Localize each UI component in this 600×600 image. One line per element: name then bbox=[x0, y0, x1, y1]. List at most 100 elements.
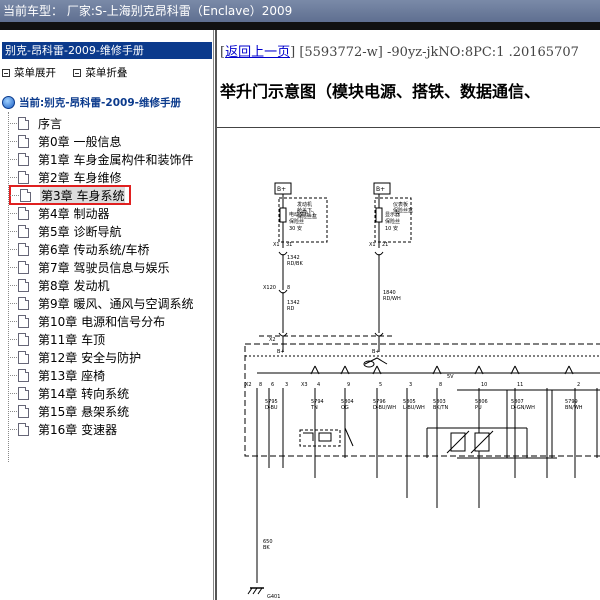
chapter-label: 第10章 电源和信号分布 bbox=[38, 314, 166, 329]
fuse-2-text-1: 显示器 bbox=[385, 212, 400, 218]
document-icon bbox=[18, 386, 29, 400]
circuit-color: TN bbox=[310, 405, 318, 411]
document-icon bbox=[18, 116, 29, 130]
fuse-2-conn: X1 bbox=[369, 242, 376, 248]
chapter-label: 序言 bbox=[38, 116, 63, 131]
document-icon bbox=[18, 260, 29, 274]
tree-root-label: 当前:别克-昂科雷-2009-维修手册 bbox=[19, 97, 181, 109]
chapter-item[interactable]: 第12章 安全与防护 bbox=[8, 348, 213, 366]
chapter-item[interactable]: 第8章 发动机 bbox=[8, 276, 213, 294]
globe-icon bbox=[2, 96, 15, 109]
chapter-label: 第0章 一般信息 bbox=[38, 134, 122, 149]
tree-root[interactable]: 当前:别克-昂科雷-2009-维修手册 bbox=[2, 95, 181, 110]
document-icon bbox=[18, 296, 29, 310]
chapter-item[interactable]: 第15章 悬架系统 bbox=[8, 402, 213, 420]
document-icon bbox=[18, 404, 29, 418]
window-title-bar: 当前车型： 厂家:S-上海别克昂科雷（Enclave）2009 bbox=[0, 0, 600, 22]
circuit-color: BK/TN bbox=[433, 405, 448, 411]
expand-icon bbox=[2, 68, 10, 77]
circuit-color: D-GN/WH bbox=[511, 405, 535, 411]
chapter-item[interactable]: 第5章 诊断导航 bbox=[8, 222, 213, 240]
document-icon bbox=[18, 242, 29, 256]
chapter-tree: 序言第0章 一般信息第1章 车身金属构件和装饰件 第2章 车身维修 第3章 车身系统… bbox=[8, 114, 213, 438]
chapter-item[interactable]: 第11章 车顶 bbox=[8, 330, 213, 348]
pin-number: 2 bbox=[577, 382, 580, 388]
document-icon bbox=[18, 170, 29, 184]
chapter-item[interactable]: 第9章 暖风、通风与空调系统 bbox=[8, 294, 213, 312]
expand-menu-button[interactable]: 菜单展开 bbox=[2, 65, 56, 80]
chapter-label: 第6章 传动系统/车桥 bbox=[38, 242, 150, 257]
five-volt-label: 5V bbox=[447, 374, 454, 380]
circuit-color: D-BU bbox=[265, 405, 278, 411]
x120-pin: 8 bbox=[287, 285, 290, 291]
wire-ground-color: BK bbox=[263, 545, 270, 551]
circuit-color: PU bbox=[475, 405, 482, 411]
bplus-module-1: B+ bbox=[277, 349, 285, 355]
chapter-item[interactable]: 第14章 转向系统 bbox=[8, 384, 213, 402]
chapter-label: 第15章 悬架系统 bbox=[38, 404, 130, 419]
window-title: 当前车型： 厂家:S-上海别克昂科雷（Enclave）2009 bbox=[3, 4, 293, 18]
chapter-item[interactable]: 第4章 制动器 bbox=[8, 204, 213, 222]
bplus-label-1: B+ bbox=[277, 186, 286, 193]
document-icon bbox=[18, 134, 29, 148]
document-icon bbox=[18, 224, 29, 238]
manual-title: 别克-昂科雷-2009-维修手册 bbox=[5, 44, 144, 57]
document-icon bbox=[18, 152, 29, 166]
chapter-item[interactable]: 第16章 变速器 bbox=[8, 420, 213, 438]
fuse-box-1-text-1: 发动机 bbox=[297, 201, 312, 208]
pin-number: 5 bbox=[379, 382, 382, 388]
manual-title-bar: 别克-昂科雷-2009-维修手册 bbox=[2, 42, 212, 59]
chapter-item[interactable]: 第2章 车身维修 bbox=[8, 168, 213, 186]
chapter-item[interactable]: 第13章 座椅 bbox=[8, 366, 213, 384]
circuit-color: L-BU/WH bbox=[403, 405, 425, 411]
document-icon bbox=[18, 314, 29, 328]
wiring-diagram: B+ B+ 发动机 舱盖下 保险丝盒 电动举升门 保险丝 30 安 仪表板 保险… bbox=[244, 182, 600, 600]
pin-number: 9 bbox=[347, 382, 350, 388]
chapter-label: 第11章 车顶 bbox=[38, 332, 106, 347]
x2-pin-label: X2 bbox=[245, 382, 252, 388]
pin-number: 6 bbox=[271, 382, 274, 388]
wire-1-color: RD/BK bbox=[287, 261, 303, 267]
chapter-label: 第14章 转向系统 bbox=[38, 386, 130, 401]
chapter-label: 第3章 车身系统 bbox=[40, 186, 126, 204]
pin-number: 8 bbox=[439, 382, 442, 388]
ground-label: G401 bbox=[267, 594, 280, 600]
circuit-color: OG bbox=[341, 405, 349, 411]
fuse-1-text-3: 30 安 bbox=[289, 225, 302, 232]
chapter-item[interactable]: 第7章 驾驶员信息与娱乐 bbox=[8, 258, 213, 276]
document-icon bbox=[18, 206, 29, 220]
chapter-item[interactable]: 第1章 车身金属构件和装饰件 bbox=[8, 150, 213, 168]
document-icon bbox=[18, 332, 29, 346]
back-link[interactable]: 返回上一页 bbox=[225, 45, 290, 60]
chapter-item[interactable]: 序言 bbox=[8, 114, 213, 132]
fuse-2-text-2: 保险丝 bbox=[385, 218, 400, 225]
x120-label: X120 bbox=[263, 285, 276, 291]
circuit-color: D-BU/WH bbox=[373, 405, 396, 411]
chapter-label: 第12章 安全与防护 bbox=[38, 350, 142, 365]
expand-menu-label: 菜单展开 bbox=[14, 67, 56, 79]
circuit-color: BN/WH bbox=[565, 405, 583, 411]
chapter-item[interactable]: 第10章 电源和信号分布 bbox=[8, 312, 213, 330]
chapter-item[interactable]: 第0章 一般信息 bbox=[8, 132, 213, 150]
pin-number: 4 bbox=[317, 382, 320, 388]
sidebar: 别克-昂科雷-2009-维修手册 菜单展开 菜单折叠 当前:别克-昂科雷-200… bbox=[0, 30, 214, 600]
chapter-label: 第1章 车身金属构件和装饰件 bbox=[38, 152, 194, 167]
document-icon bbox=[18, 350, 29, 364]
pin-number: 3 bbox=[285, 382, 288, 388]
title-divider bbox=[0, 22, 600, 30]
document-icon bbox=[18, 368, 29, 382]
chapter-label: 第5章 诊断导航 bbox=[38, 224, 122, 239]
chapter-item[interactable]: 第6章 传动系统/车桥 bbox=[8, 240, 213, 258]
pin-number: 3 bbox=[409, 382, 412, 388]
document-icon bbox=[18, 422, 29, 436]
fuse-2-text-3: 10 安 bbox=[385, 225, 398, 232]
bplus-label-2: B+ bbox=[376, 186, 385, 193]
document-icon bbox=[20, 188, 31, 202]
chapter-label: 第4章 制动器 bbox=[38, 206, 110, 221]
wire-2-color: RD/WH bbox=[383, 296, 401, 302]
content-pane: [返回上一页] [5593772-w] -90yz-jkNO:8PC:1 .20… bbox=[215, 30, 600, 600]
chapter-item[interactable]: 第3章 车身系统 bbox=[9, 185, 131, 205]
fuse-1-conn: X1 bbox=[273, 242, 280, 248]
collapse-menu-button[interactable]: 菜单折叠 bbox=[73, 65, 127, 80]
document-reference: [5593772-w] -90yz-jkNO:8PC:1 .20165707 bbox=[299, 45, 579, 60]
